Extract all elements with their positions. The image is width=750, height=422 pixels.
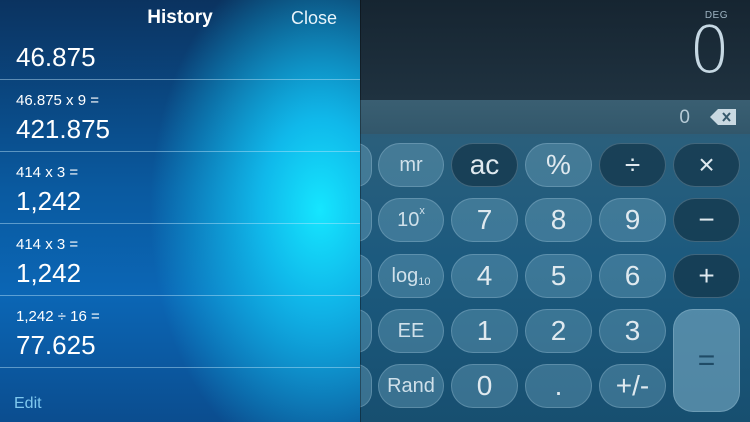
history-panel: History Close 46.875 46.875 x 9 = 421.87… (0, 0, 360, 422)
history-result: 46.875 (16, 42, 96, 72)
mr-key[interactable]: mr (378, 143, 444, 187)
history-item[interactable]: 46.875 (0, 36, 360, 80)
ten-power-base: 10 (397, 208, 420, 231)
nine-key[interactable]: 9 (599, 198, 666, 242)
one-key[interactable]: 1 (451, 309, 518, 353)
log-base: log (391, 264, 419, 287)
history-result: 1,242 (16, 186, 82, 216)
history-item[interactable]: 46.875 x 9 = 421.875 (0, 80, 360, 152)
multiply-key[interactable]: × (673, 143, 740, 187)
plus-minus-key[interactable]: +/- (599, 364, 666, 408)
log10-key[interactable]: log 10 (378, 254, 444, 298)
history-item[interactable]: 414 x 3 = 1,242 (0, 224, 360, 296)
edit-button[interactable]: Edit (14, 395, 42, 413)
memory-row (360, 100, 750, 134)
two-key[interactable]: 2 (525, 309, 592, 353)
zero-key[interactable]: 0 (451, 364, 518, 408)
history-result: 77.625 (16, 330, 96, 360)
divide-key[interactable]: ÷ (599, 143, 666, 187)
history-header: History Close (0, 0, 360, 36)
history-result: 1,242 (16, 258, 82, 288)
rand-key[interactable]: Rand (378, 364, 444, 408)
three-key[interactable]: 3 (599, 309, 666, 353)
decimal-key[interactable]: . (525, 364, 592, 408)
panel-divider (360, 0, 361, 422)
history-item[interactable]: 1,242 ÷ 16 = 77.625 (0, 296, 360, 368)
close-button[interactable]: Close (291, 8, 337, 29)
history-item[interactable]: 414 x 3 = 1,242 (0, 152, 360, 224)
log-sub: 10 (418, 276, 431, 288)
history-expression: 1,242 ÷ 16 = (16, 308, 100, 325)
calculator-display: 0 (689, 14, 730, 88)
four-key[interactable]: 4 (451, 254, 518, 298)
memory-value: 0 (679, 107, 690, 128)
ten-power-exp: x (419, 205, 425, 217)
five-key[interactable]: 5 (525, 254, 592, 298)
ten-power-key[interactable]: 10 x (378, 198, 444, 242)
minus-key[interactable]: − (673, 198, 740, 242)
eight-key[interactable]: 8 (525, 198, 592, 242)
history-expression: 414 x 3 = (16, 164, 79, 181)
history-result: 421.875 (16, 114, 110, 144)
seven-key[interactable]: 7 (451, 198, 518, 242)
ac-key[interactable]: ac (451, 143, 518, 187)
equals-key[interactable]: = (673, 309, 740, 412)
history-expression: 46.875 x 9 = (16, 92, 99, 109)
percent-key[interactable]: % (525, 143, 592, 187)
six-key[interactable]: 6 (599, 254, 666, 298)
plus-key[interactable]: + (673, 254, 740, 298)
history-list: 46.875 46.875 x 9 = 421.875 414 x 3 = 1,… (0, 36, 360, 368)
ee-key[interactable]: EE (378, 309, 444, 353)
history-expression: 414 x 3 = (16, 236, 79, 253)
backspace-icon[interactable] (710, 109, 736, 125)
